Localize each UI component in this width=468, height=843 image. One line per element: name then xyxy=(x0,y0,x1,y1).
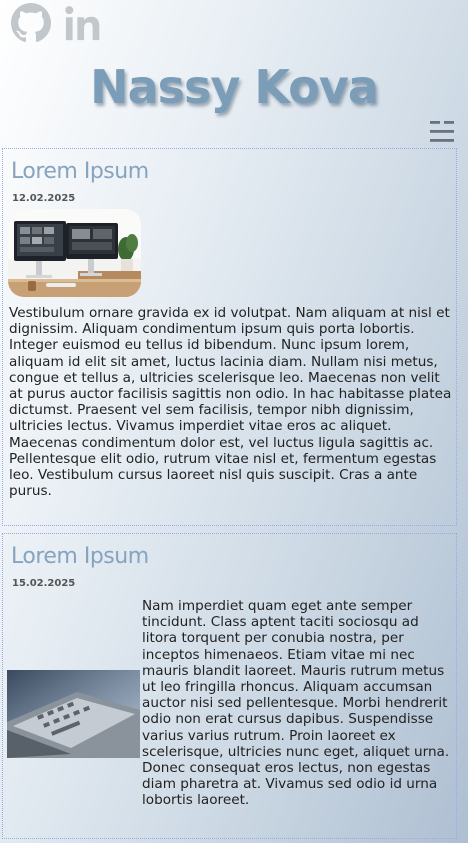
site-title[interactable]: Nassy Kova xyxy=(0,60,468,114)
desk-computer-image xyxy=(8,209,141,297)
post-title[interactable]: Lorem Ipsum xyxy=(11,544,149,569)
post-card: Lorem Ipsum 12.02.2025 Vestibulum ornare… xyxy=(2,148,457,526)
menu-icon[interactable] xyxy=(428,118,456,146)
social-links xyxy=(10,2,106,44)
post-body: Nam imperdiet quam eget ante semper tinc… xyxy=(142,598,450,809)
github-icon[interactable] xyxy=(10,2,52,44)
post-date: 15.02.2025 xyxy=(12,578,76,589)
post-title[interactable]: Lorem Ipsum xyxy=(11,159,149,184)
laptop-keyboard-image xyxy=(7,670,140,758)
post-body: Vestibulum ornare gravida ex id volutpat… xyxy=(9,305,452,500)
post-date: 12.02.2025 xyxy=(12,193,76,204)
post-card: Lorem Ipsum 15.02.2025 Nam imperdiet qua… xyxy=(2,533,457,839)
linkedin-icon[interactable] xyxy=(64,2,106,44)
